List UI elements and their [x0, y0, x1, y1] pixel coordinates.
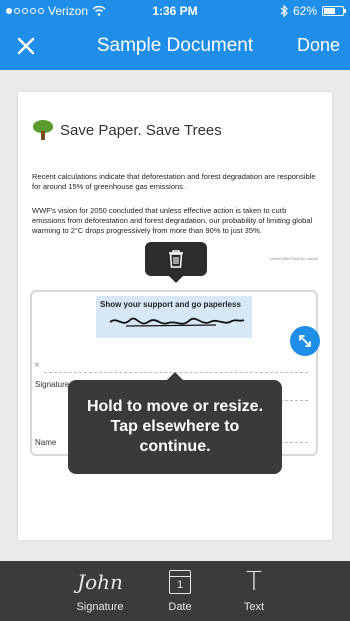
instruction-tooltip: Hold to move or resize. Tap elsewhere to… [68, 372, 282, 474]
placed-signature[interactable]: Show your support and go paperless [96, 296, 320, 356]
signature-tool-button[interactable]: John Signature [60, 561, 140, 621]
resize-handle[interactable] [290, 326, 320, 356]
paragraph-2: WWF's vision for 2050 concluded that unl… [32, 206, 313, 235]
text-icon: T [246, 567, 262, 597]
bottom-toolbar: John Signature 1 Date T Text [0, 561, 350, 621]
battery-icon [322, 6, 346, 16]
document-heading: Save Paper. Save Trees [60, 121, 222, 139]
date-tool-label: Date [168, 601, 192, 613]
signature-scribble [109, 317, 245, 327]
quote-credit: - World Wild Fund for nature [267, 256, 318, 261]
status-bar: Verizon 1:36 PM 62% [0, 0, 350, 22]
paragraph-1: Recent calculations indicate that defore… [32, 172, 316, 191]
bluetooth-icon [280, 5, 288, 17]
text-tool-button[interactable]: T Text [214, 561, 294, 621]
text-tool-label: Text [243, 601, 265, 613]
calendar-icon: 1 [169, 570, 191, 594]
support-text: Show your support and go paperless [100, 300, 241, 309]
signature-icon: John [77, 570, 123, 594]
signature-field-label: Signature [35, 380, 70, 389]
battery-percent: 62% [292, 4, 317, 18]
battery-level [324, 8, 336, 14]
document-header: Save Paper. Save Trees [32, 120, 222, 140]
name-field-label: Name [35, 438, 57, 447]
tree-icon [32, 120, 54, 140]
signature-tool-label: Signature [76, 601, 124, 613]
delete-popover[interactable] [145, 242, 207, 283]
done-button[interactable]: Done [297, 35, 340, 56]
trash-icon [169, 250, 183, 268]
signature-x-mark: × [34, 360, 40, 371]
navigation-bar: Sample Document Done [0, 22, 350, 70]
date-tool-button[interactable]: 1 Date [140, 561, 220, 621]
top-bar: Verizon 1:36 PM 62% Sample Document Done [0, 0, 350, 70]
resize-arrows-icon [299, 335, 311, 347]
